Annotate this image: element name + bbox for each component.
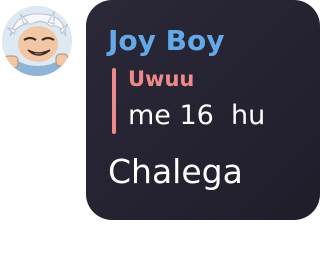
reply-quoted-text[interactable]: me 16 hu [128, 99, 265, 133]
avatar-image-icon [2, 6, 72, 76]
avatar[interactable] [2, 6, 72, 76]
reply-author[interactable]: Uwuu [128, 66, 194, 92]
sender-name[interactable]: Joy Boy [108, 24, 224, 58]
reply-accent-bar [112, 68, 116, 134]
message-bubble[interactable]: Joy Boy Uwuu me 16 hu Chalega [86, 0, 320, 220]
message-text: Chalega [108, 152, 243, 191]
